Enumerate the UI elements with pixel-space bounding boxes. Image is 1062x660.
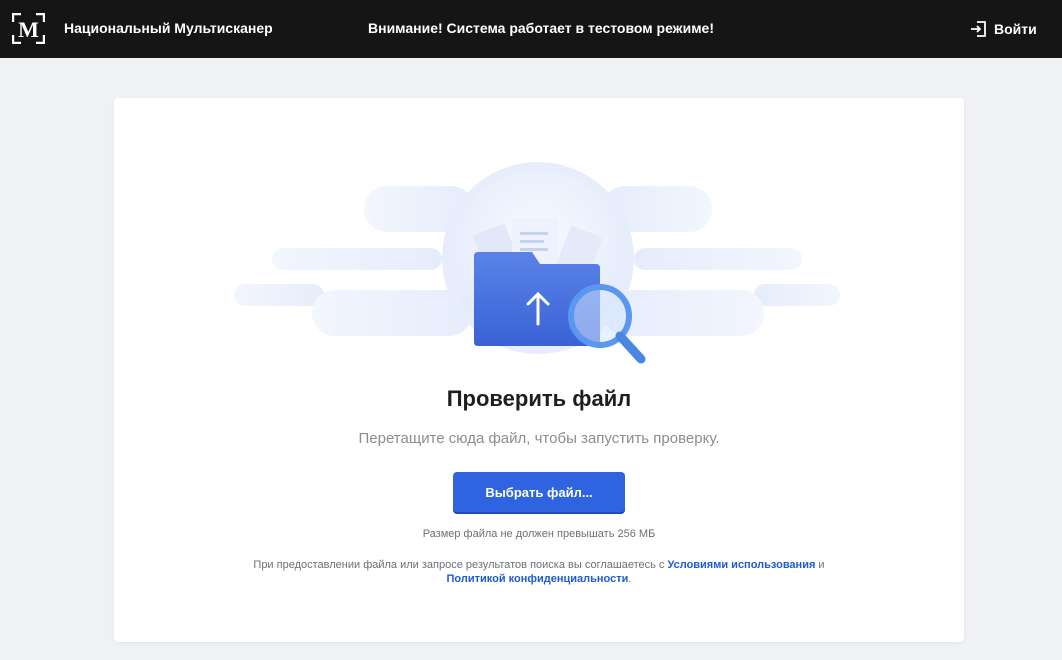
- terms-of-use-link[interactable]: Условиями использования: [667, 559, 815, 571]
- page-title: Проверить файл: [446, 386, 632, 411]
- brand-name[interactable]: Национальный Мультисканер: [64, 20, 273, 36]
- test-mode-notice: Внимание! Система работает в тестовом ре…: [368, 20, 715, 36]
- login-icon: [971, 21, 986, 37]
- logo-letter: M: [18, 17, 39, 42]
- folder-upload-search-icon: [234, 162, 840, 364]
- login-label: Войти: [994, 21, 1037, 37]
- top-bar: M Национальный Мультисканер Внимание! Си…: [0, 0, 1062, 58]
- terms-text: При предоставлении файла или запросе рез…: [253, 559, 668, 571]
- drop-hint: Перетащите сюда файл, чтобы запустить пр…: [358, 430, 720, 447]
- terms-notice: При предоставлении файла или запросе рез…: [114, 558, 964, 586]
- choose-file-button[interactable]: Выбрать файл...: [453, 472, 625, 512]
- privacy-policy-link[interactable]: Политикой конфиденциальности: [447, 573, 629, 585]
- terms-and-text: и: [815, 559, 825, 571]
- file-size-limit: Размер файла не должен превышать 256 МБ: [422, 528, 656, 540]
- logo-icon[interactable]: M: [12, 13, 45, 44]
- login-button[interactable]: Войти: [970, 17, 1037, 41]
- terms-end-text: .: [628, 573, 632, 585]
